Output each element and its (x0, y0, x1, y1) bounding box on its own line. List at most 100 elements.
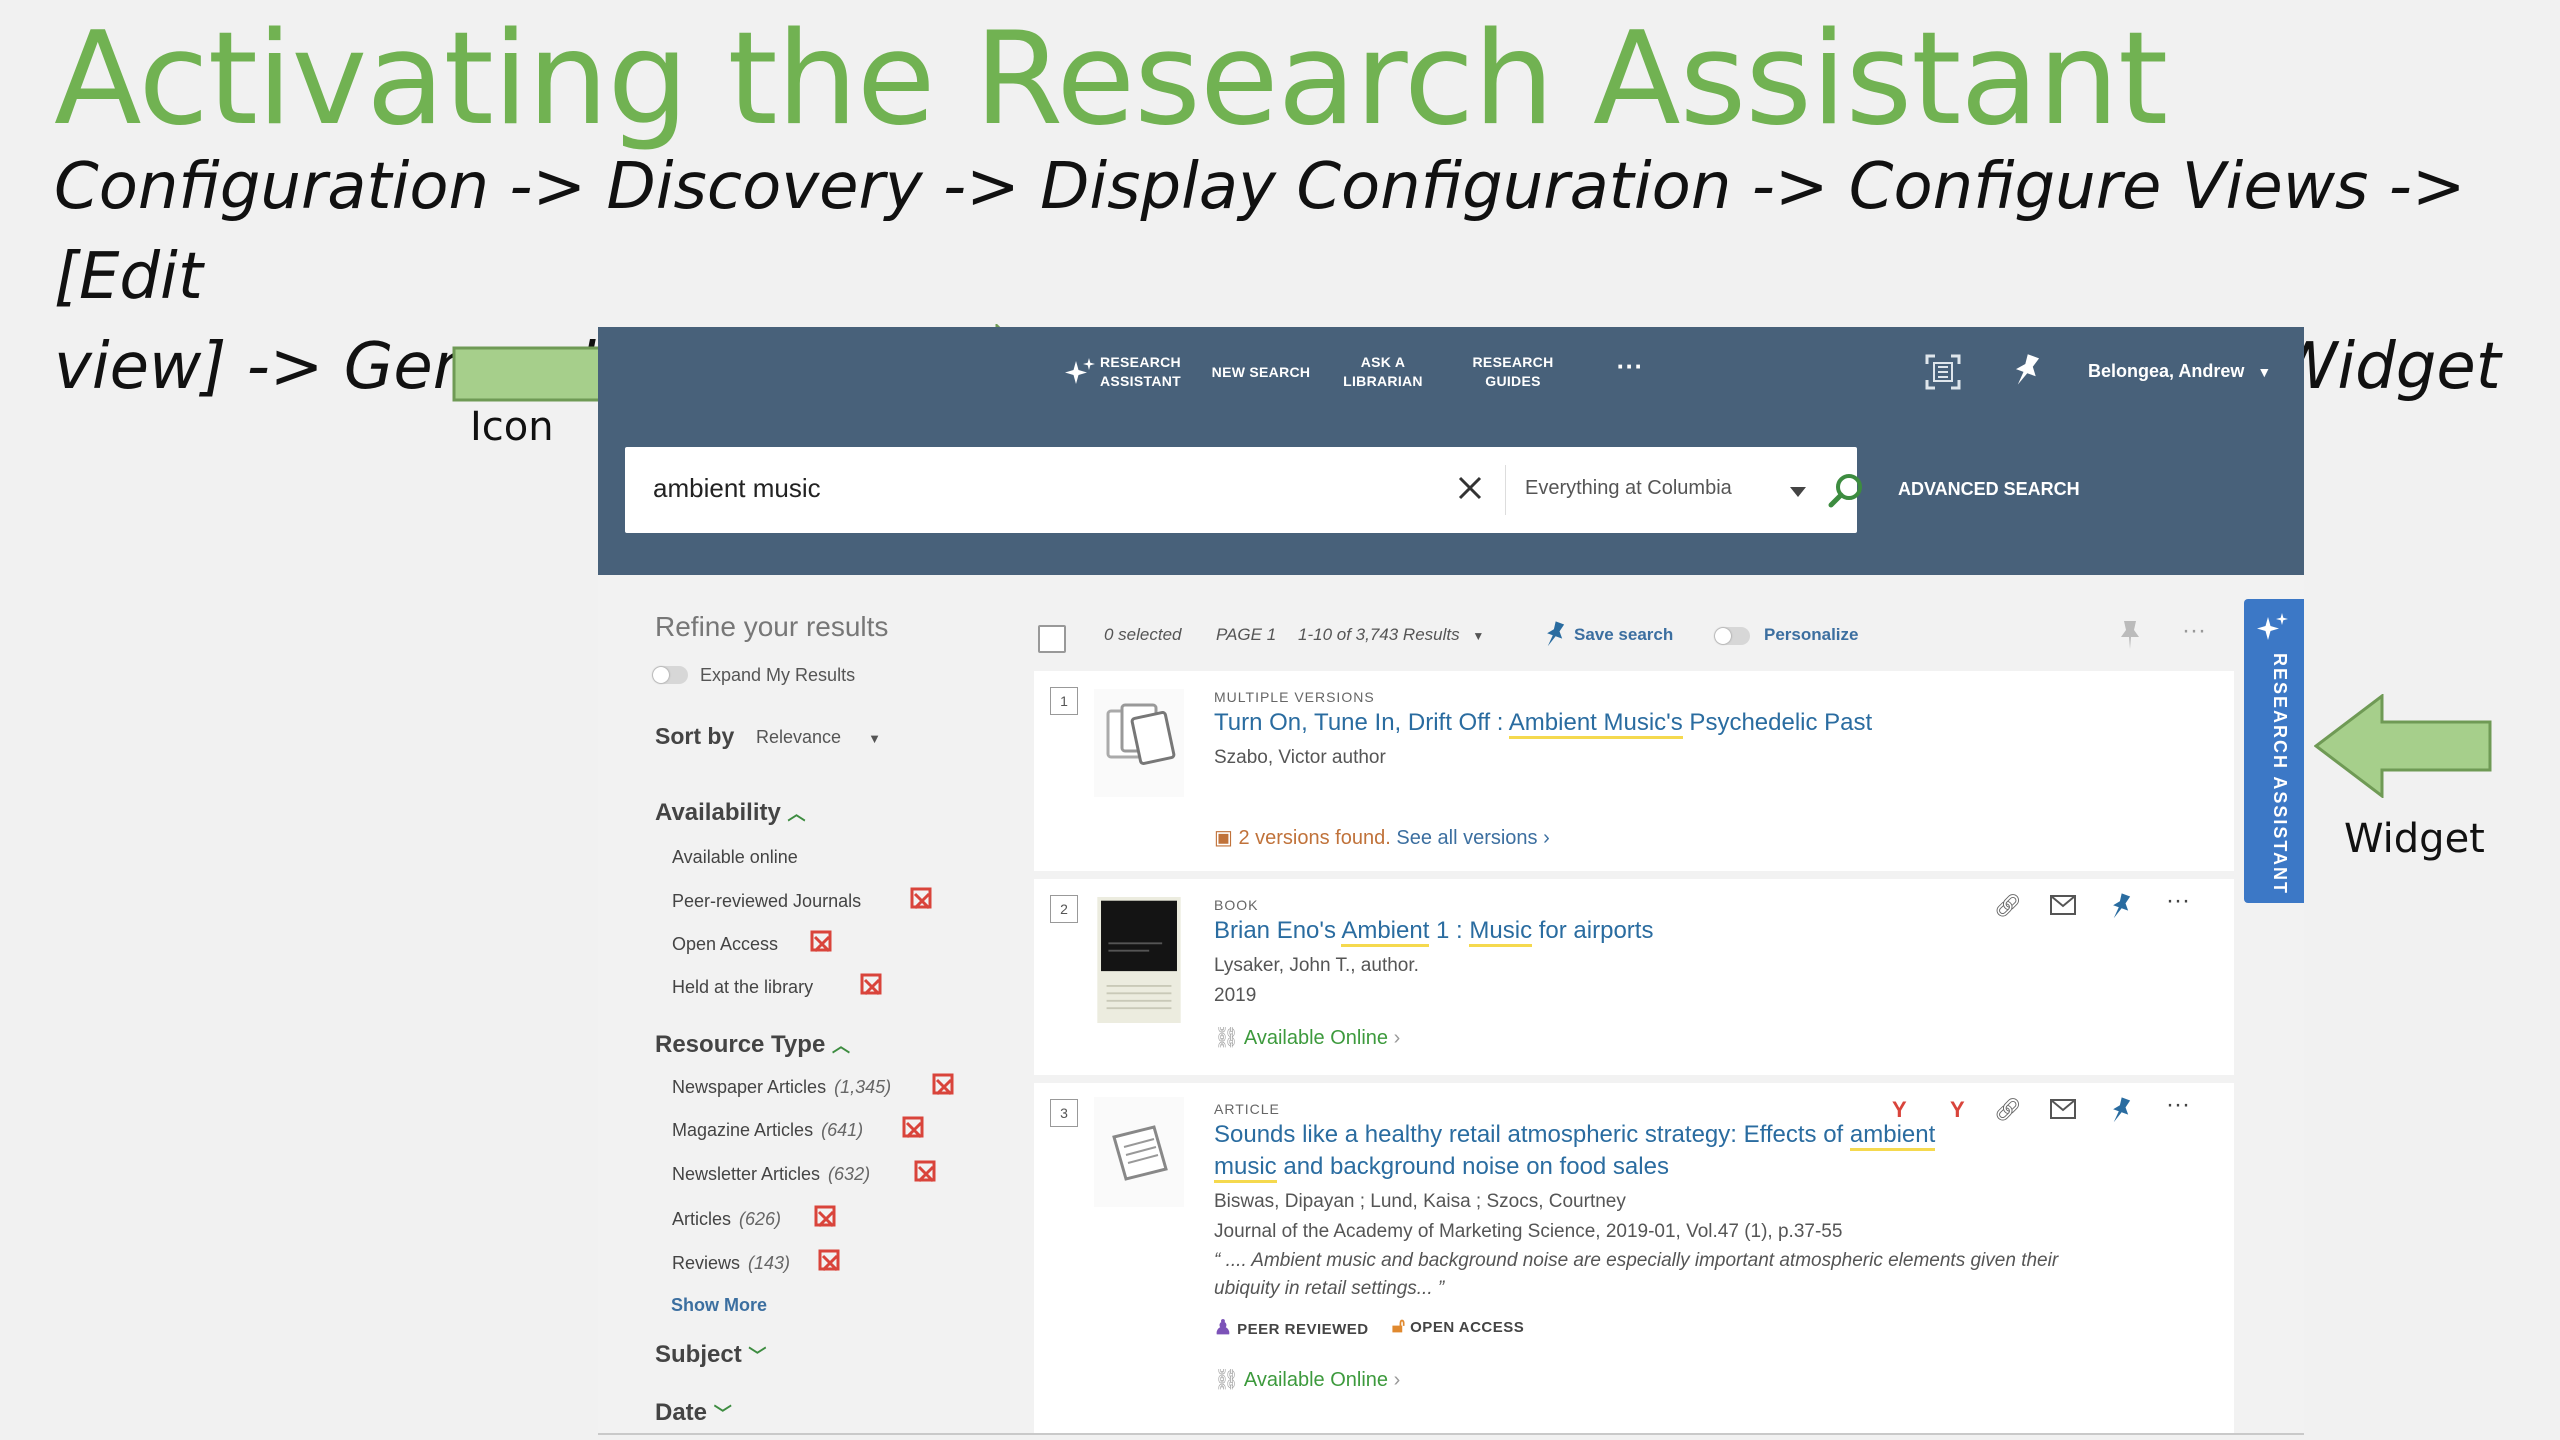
facet-subject-header[interactable]: Subject ﹀ (655, 1341, 766, 1369)
nav-research-assistant-line-2: Assistant (1100, 373, 1181, 389)
results-range-select[interactable]: 1-10 of 3,743 Results ▼ (1298, 625, 1484, 645)
open-access-badge: 🔓︎ OPEN ACCESS (1392, 1315, 1524, 1338)
facet-item-newsletter-articles[interactable]: Newsletter Articles (632) (672, 1164, 870, 1185)
result-title[interactable]: Sounds like a healthy retail atmospheric… (1214, 1119, 1994, 1183)
facet-item-label: Newsletter Articles (672, 1164, 821, 1184)
expand-results-toggle[interactable] (652, 666, 688, 684)
facet-item-available-online[interactable]: Available online (672, 847, 798, 868)
facet-date-title: Date (655, 1399, 708, 1426)
search-input[interactable]: ambient music (653, 473, 821, 504)
user-menu[interactable]: Belongea, Andrew ▼ (2088, 361, 2271, 382)
result-number: 2 (1050, 895, 1078, 923)
facet-date-header[interactable]: Date ﹀ (655, 1399, 732, 1427)
article-icon (1094, 1097, 1184, 1207)
result-card-1[interactable]: 1 Multiple versions Turn On, Tune In, Dr… (1034, 671, 2234, 871)
search-scope-select[interactable]: Everything at Columbia (1525, 477, 1732, 500)
book-cover-thumbnail (1097, 897, 1181, 1023)
clear-icon[interactable] (1455, 473, 1485, 503)
expand-results-label: Expand My Results (700, 665, 856, 685)
show-more-link[interactable]: Show More (671, 1295, 767, 1316)
exclude-icon[interactable] (810, 930, 834, 954)
permalink-icon[interactable]: 🔗︎ (1994, 1097, 2022, 1123)
facet-item-label: Newspaper Articles (672, 1077, 827, 1097)
result-card-3[interactable]: 3 Article Sounds like a healthy retail a… (1034, 1083, 2234, 1433)
pin-icon[interactable] (2118, 619, 2142, 651)
facet-resource-type-header[interactable]: Resource Type ︿ (655, 1031, 850, 1059)
more-actions-icon[interactable]: ··· (2182, 617, 2206, 645)
chevron-right-icon: › (1393, 1027, 1401, 1049)
exclude-icon[interactable] (932, 1073, 956, 1097)
result-snippet: “ .... Ambient music and background nois… (1214, 1247, 2154, 1303)
facet-item-held-at-library[interactable]: Held at the library (672, 977, 813, 998)
facet-item-magazine-articles[interactable]: Magazine Articles (641) (672, 1120, 863, 1141)
nav-new-search[interactable]: New Search (1206, 363, 1316, 382)
more-actions-icon[interactable]: ··· (2166, 1091, 2190, 1119)
permalink-icon[interactable]: 🔗︎ (1994, 893, 2022, 919)
facet-item-reviews[interactable]: Reviews (143) (672, 1253, 790, 1274)
exclude-icon[interactable] (902, 1116, 926, 1140)
user-name: Belongea, Andrew (2088, 361, 2245, 381)
sparkle-icon (2257, 613, 2288, 640)
exclude-icon[interactable] (914, 1160, 938, 1184)
availability-link[interactable]: ⛓ Available Online › (1214, 1367, 1400, 1392)
sort-select[interactable]: Relevance ▼ (756, 727, 881, 748)
result-title-highlight: Music (1469, 917, 1533, 947)
facet-item-label: Reviews (672, 1253, 741, 1273)
page-indicator: PAGE 1 (1216, 625, 1277, 644)
nav-more-button[interactable]: ··· (1610, 353, 1650, 379)
email-icon[interactable] (2050, 895, 2076, 915)
peer-reviewed-icon: ♟ (1214, 1317, 1233, 1339)
chevron-down-icon: ▼ (2257, 364, 2272, 380)
email-icon[interactable] (2050, 1099, 2076, 1119)
result-title[interactable]: Turn On, Tune In, Drift Off : Ambient Mu… (1214, 707, 1872, 739)
facet-availability-header[interactable]: Availability ︿ (655, 799, 806, 827)
advanced-search-link[interactable]: ADVANCED SEARCH (1898, 479, 2080, 500)
peer-reviewed-label: PEER REVIEWED (1237, 1321, 1369, 1338)
result-title[interactable]: Brian Eno's Ambient 1 : Music for airpor… (1214, 915, 1653, 947)
facet-item-open-access[interactable]: Open Access (672, 934, 778, 955)
personalize-toggle[interactable] (1714, 627, 1750, 645)
barcode-scan-icon[interactable] (1924, 353, 1962, 391)
research-assistant-widget[interactable]: RESEARCH ASSISTANT (2244, 599, 2304, 903)
chevron-right-icon: › (1393, 1369, 1401, 1391)
nav-ask-a-librarian[interactable]: Ask a Librarian (1338, 353, 1428, 391)
save-search-link[interactable]: Save search (1574, 625, 1673, 645)
caret-down-icon[interactable] (1790, 487, 1806, 497)
availability-status: Available Online (1243, 1369, 1389, 1391)
availability-link[interactable]: ⛓ Available Online › (1214, 1025, 1400, 1050)
select-all-checkbox[interactable] (1038, 625, 1066, 653)
multiple-versions-icon (1094, 689, 1184, 797)
facet-item-label: Magazine Articles (672, 1120, 814, 1140)
pin-icon[interactable] (2110, 893, 2132, 921)
pin-icon[interactable] (2012, 353, 2042, 389)
exclude-icon[interactable] (814, 1205, 838, 1229)
versions-found: 2 versions found. (1238, 827, 1391, 849)
versions-icon: ▣ (1214, 827, 1233, 849)
nav-research-assistant[interactable]: Research Assistant (1100, 353, 1181, 391)
result-title-text: Psychedelic Past (1682, 709, 1873, 736)
facet-item-peer-reviewed[interactable]: Peer-reviewed Journals (672, 891, 861, 912)
pin-icon[interactable] (2110, 1097, 2132, 1125)
exclude-icon[interactable] (860, 973, 884, 997)
facet-item-articles[interactable]: Articles (626) (672, 1209, 781, 1230)
chevron-up-icon: ︿ (831, 1036, 850, 1056)
nav-research-guides-line-1: Research (1472, 354, 1554, 370)
result-title-text: Sounds like a healthy retail atmospheric… (1214, 1121, 1850, 1148)
nav-research-assistant-line-1: Research (1100, 354, 1181, 370)
exclude-icon[interactable] (818, 1249, 842, 1273)
search-bar: ambient music Everything at Columbia (625, 447, 1862, 533)
more-actions-icon[interactable]: ··· (2166, 887, 2190, 915)
search-icon[interactable] (1827, 471, 1865, 509)
result-snippet-line-1: “ .... Ambient music and background nois… (1214, 1250, 2059, 1271)
personalize-label[interactable]: Personalize (1764, 625, 1859, 645)
nav-research-guides[interactable]: Research Guides (1468, 353, 1558, 391)
versions-link[interactable]: ▣ 2 versions found. See all versions › (1214, 825, 1550, 850)
result-card-2[interactable]: 2 Book Brian Eno's Ambient 1 : Music for… (1034, 879, 2234, 1075)
facet-subject-title: Subject (655, 1341, 742, 1368)
citation-trail-icon[interactable]: Y (1950, 1097, 1965, 1123)
facet-item-newspaper-articles[interactable]: Newspaper Articles (1,345) (672, 1077, 891, 1098)
citation-trail-icon[interactable]: Y (1892, 1097, 1907, 1123)
result-title-text: for airports (1532, 917, 1654, 944)
chevron-down-icon: ﹀ (748, 1346, 767, 1366)
exclude-icon[interactable] (910, 887, 934, 911)
